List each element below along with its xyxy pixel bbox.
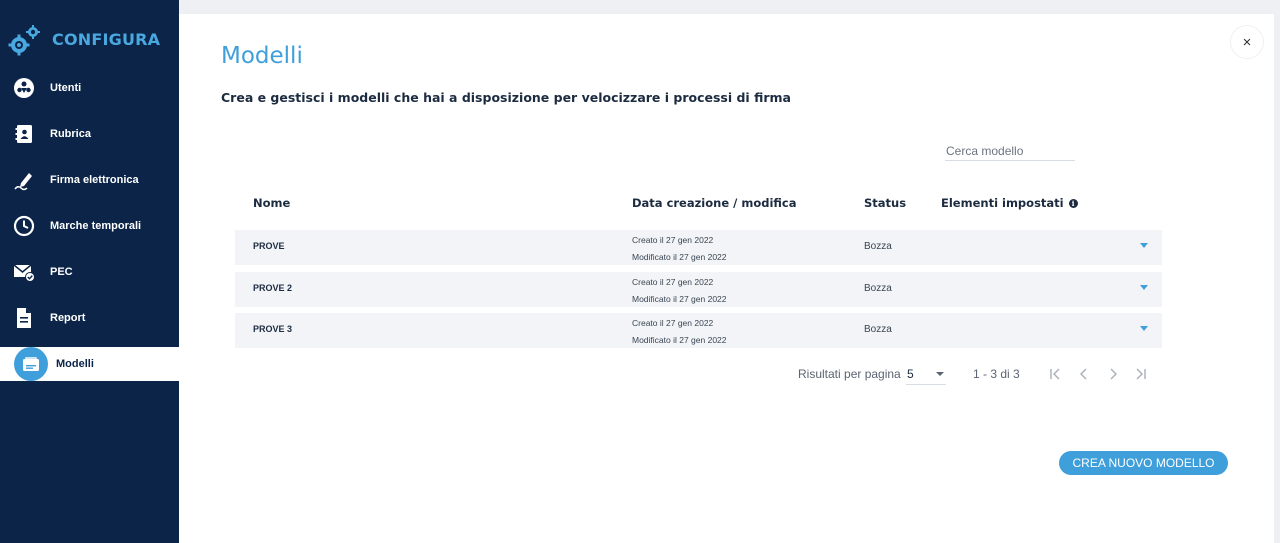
templates-icon <box>14 347 48 381</box>
close-button[interactable]: × <box>1230 25 1264 59</box>
sidebar-item-report[interactable]: Report <box>0 301 179 335</box>
expand-caret-icon[interactable] <box>1140 285 1148 290</box>
last-page-icon <box>1136 368 1146 380</box>
previous-page-button[interactable] <box>1076 366 1092 382</box>
info-icon[interactable]: i <box>1068 198 1078 208</box>
chevron-left-icon <box>1080 368 1087 380</box>
row-status: Bozza <box>864 241 892 252</box>
sidebar-item-label: Modelli <box>56 358 94 370</box>
sidebar-item-pec[interactable]: PEC <box>0 255 179 289</box>
brand-title: CONFIGURA <box>52 30 161 49</box>
page-subtitle: Crea e gestisci i modelli che hai a disp… <box>221 90 791 105</box>
sidebar-item-label: Marche temporali <box>50 220 142 232</box>
row-modified: Modificato il 27 gen 2022 <box>632 335 727 345</box>
expand-caret-icon[interactable] <box>1140 243 1148 248</box>
column-header-name: Nome <box>253 196 291 210</box>
row-created: Creato il 27 gen 2022 <box>632 318 714 328</box>
signature-pen-icon <box>13 169 35 191</box>
row-name: PROVE <box>253 241 285 251</box>
document-icon <box>13 307 35 329</box>
row-modified: Modificato il 27 gen 2022 <box>632 252 727 262</box>
column-header-elements: Elementi impostati i <box>941 196 1078 210</box>
column-header-elements-label: Elementi impostati <box>941 196 1064 210</box>
row-created: Creato il 27 gen 2022 <box>632 235 714 245</box>
sidebar-item-label: Report <box>50 312 86 324</box>
create-new-template-button[interactable]: CREA NUOVO MODELLO <box>1059 451 1228 475</box>
row-name: PROVE 2 <box>253 283 293 293</box>
sidebar-item-firma-elettronica[interactable]: Firma elettronica <box>0 163 179 197</box>
table-row[interactable]: PROVE 2 Creato il 27 gen 2022 Modificato… <box>235 272 1162 307</box>
chevron-down-icon <box>936 372 944 376</box>
chevron-right-icon <box>1110 368 1117 380</box>
first-page-icon <box>1050 368 1060 380</box>
column-header-date: Data creazione / modifica <box>632 196 797 210</box>
column-header-status: Status <box>864 196 907 210</box>
first-page-button[interactable] <box>1047 366 1063 382</box>
scroll-track <box>1274 14 1280 543</box>
table-row[interactable]: PROVE 3 Creato il 27 gen 2022 Modificato… <box>235 313 1162 348</box>
row-modified: Modificato il 27 gen 2022 <box>632 294 727 304</box>
expand-caret-icon[interactable] <box>1140 326 1148 331</box>
pagination-range: 1 - 3 di 3 <box>973 367 1020 381</box>
rows-per-page-select[interactable]: 5 <box>906 365 946 385</box>
next-page-button[interactable] <box>1105 366 1121 382</box>
row-created: Creato il 27 gen 2022 <box>632 277 714 287</box>
sidebar: CONFIGURA Utenti Rubrica Firma elettroni… <box>0 0 179 543</box>
row-status: Bozza <box>864 283 892 294</box>
table-row[interactable]: PROVE Creato il 27 gen 2022 Modificato i… <box>235 230 1162 265</box>
sidebar-item-label: Rubrica <box>50 128 91 140</box>
brand: CONFIGURA <box>8 20 160 60</box>
clock-icon <box>13 215 35 237</box>
address-book-icon <box>13 123 35 145</box>
sidebar-item-rubrica[interactable]: Rubrica <box>0 117 179 151</box>
sidebar-item-utenti[interactable]: Utenti <box>0 71 179 105</box>
rows-per-page-value: 5 <box>907 367 914 381</box>
sidebar-item-marche-temporali[interactable]: Marche temporali <box>0 209 179 243</box>
search-input[interactable] <box>945 141 1075 161</box>
last-page-button[interactable] <box>1133 366 1149 382</box>
page-title: Modelli <box>221 43 303 69</box>
sidebar-item-label: Utenti <box>50 82 82 94</box>
close-icon: × <box>1242 33 1252 51</box>
gears-icon <box>8 25 40 56</box>
sidebar-item-label: PEC <box>50 266 73 278</box>
sidebar-item-modelli[interactable]: Modelli <box>0 347 179 381</box>
row-status: Bozza <box>864 324 892 335</box>
users-icon <box>13 77 35 99</box>
certified-mail-icon <box>13 261 35 283</box>
row-name: PROVE 3 <box>253 324 293 334</box>
sidebar-item-label: Firma elettronica <box>50 174 139 186</box>
rows-per-page-label: Risultati per pagina <box>798 367 901 381</box>
